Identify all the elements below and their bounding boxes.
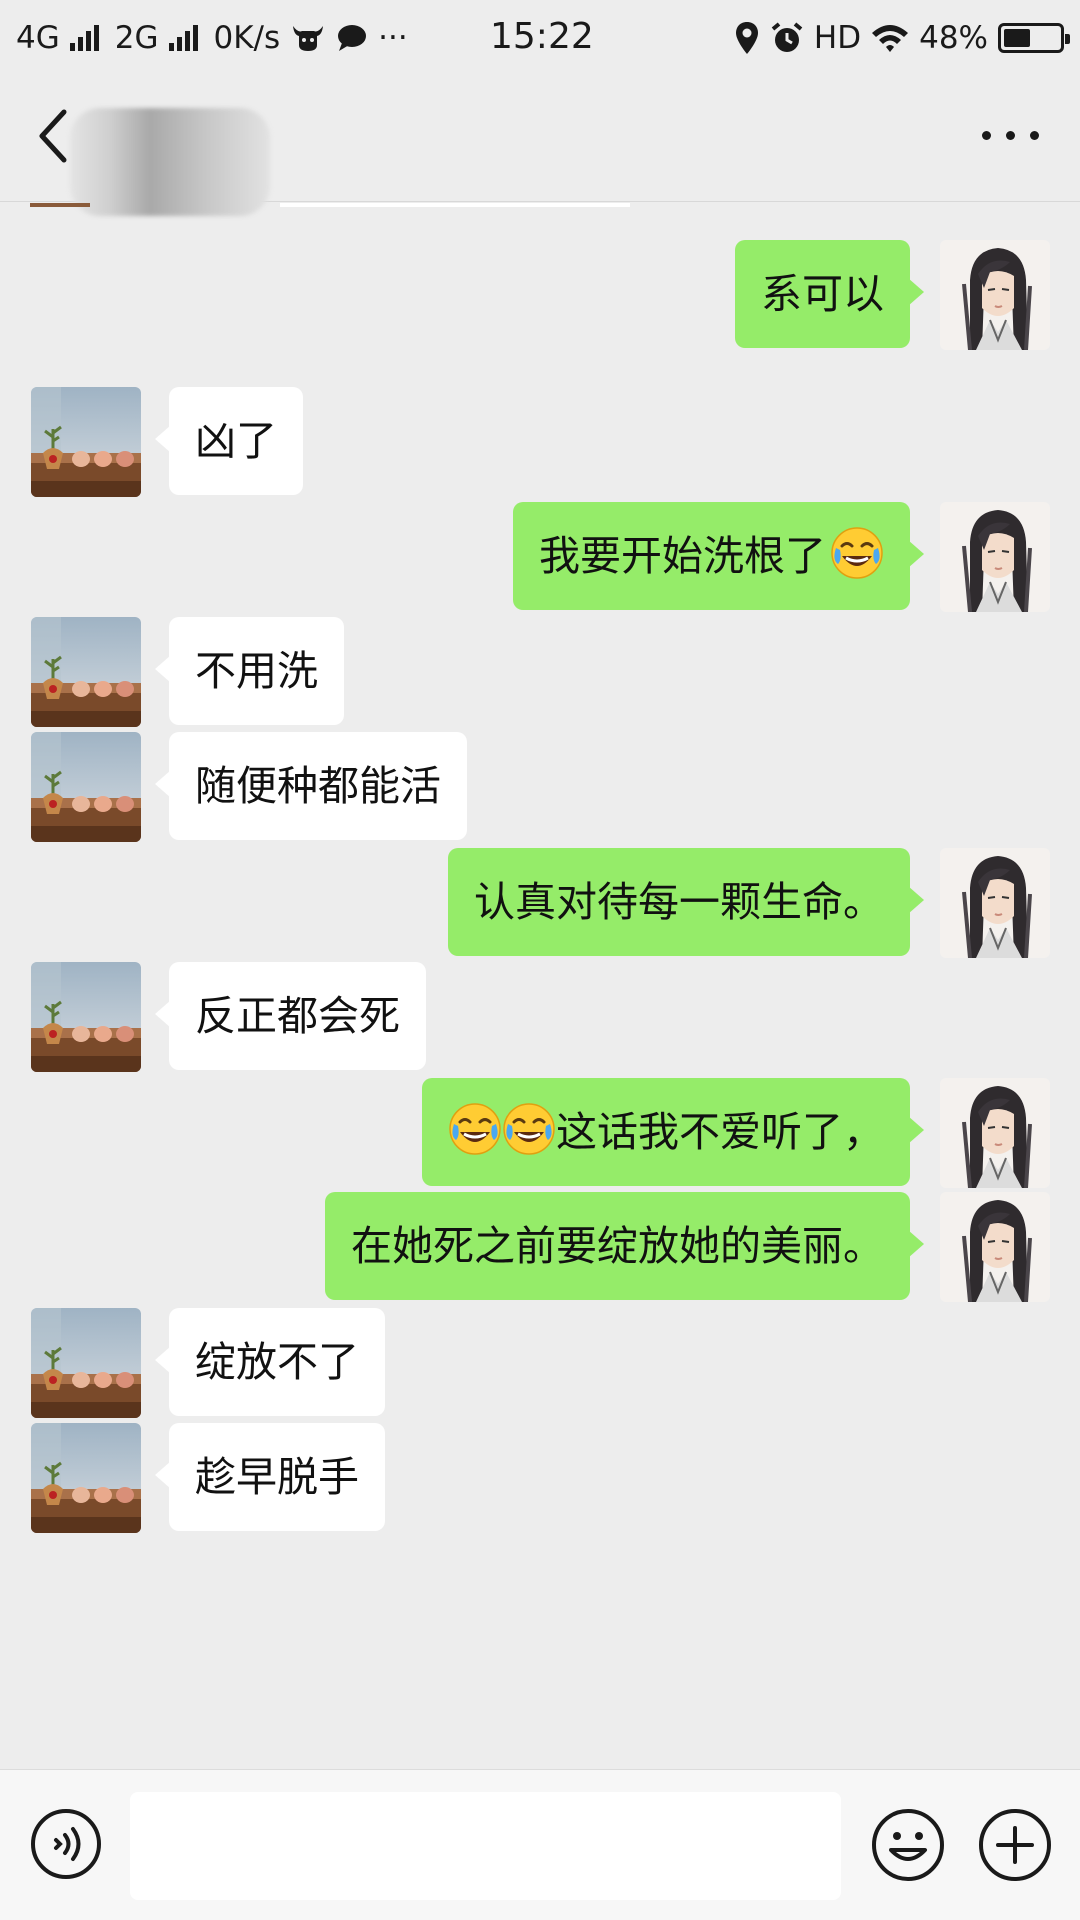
message-bubble[interactable]: 我要开始洗根了	[513, 502, 924, 610]
my-avatar[interactable]	[940, 502, 1050, 612]
wifi-icon	[872, 25, 909, 52]
my-avatar[interactable]	[940, 1192, 1050, 1302]
message-text: 绽放不了	[195, 1338, 359, 1386]
network-type-1: 4G	[16, 20, 60, 56]
message-text: 凶了	[195, 417, 277, 465]
message-bubble[interactable]: 反正都会死	[155, 962, 426, 1070]
received-message: 反正都会死	[0, 962, 1080, 1072]
battery-percent: 48%	[919, 20, 988, 56]
message-text: 趁早脱手	[195, 1453, 359, 1501]
received-message: 趁早脱手	[0, 1423, 1080, 1533]
message-bubble[interactable]: 随便种都能活	[155, 732, 467, 840]
my-avatar[interactable]	[940, 240, 1050, 350]
chat-bubble-icon	[338, 25, 367, 51]
bull-app-icon	[293, 26, 324, 51]
emoji-picker-icon[interactable]	[871, 1808, 945, 1882]
message-text: 系可以	[761, 270, 884, 318]
more-actions-plus-icon[interactable]	[978, 1808, 1052, 1882]
message-text: 在她死之前要绽放她的美丽。	[351, 1222, 884, 1270]
signal-icon-2	[168, 25, 198, 51]
message-text: 这话我不爱听了，	[556, 1108, 884, 1156]
crying-laughing-emoji-icon	[449, 1103, 501, 1155]
contact-avatar[interactable]	[31, 732, 141, 842]
sent-message: 这话我不爱听了，	[0, 1078, 1080, 1188]
signal-icon	[69, 25, 99, 51]
contact-name-obscured	[70, 108, 270, 216]
alarm-icon	[771, 22, 803, 52]
received-message: 凶了	[0, 387, 1080, 497]
message-bubble[interactable]: 认真对待每一颗生命。	[448, 848, 924, 956]
message-input[interactable]	[130, 1792, 841, 1900]
received-message: 随便种都能活	[0, 732, 1080, 842]
message-bubble[interactable]: 系可以	[735, 240, 924, 348]
message-text: 认真对待每一颗生命。	[474, 878, 884, 926]
contact-avatar[interactable]	[31, 617, 141, 727]
crying-laughing-emoji-icon	[831, 527, 883, 579]
message-list[interactable]: 系可以 凶了 我要开始洗根了 不用洗 随便种都能活 认真对待每一颗生命。 反正都…	[0, 203, 1080, 1769]
more-options-icon[interactable]	[980, 124, 1044, 144]
status-bar: 4G 2G 0K/s ··· 15:22 HD 48%	[0, 0, 1080, 76]
network-type-2: 2G	[114, 20, 159, 56]
voice-input-icon[interactable]	[30, 1808, 102, 1880]
more-notifications: ···	[378, 20, 408, 56]
sent-message: 我要开始洗根了	[0, 502, 1080, 612]
contact-avatar[interactable]	[31, 1423, 141, 1533]
contact-avatar[interactable]	[31, 962, 141, 1072]
received-message: 绽放不了	[0, 1308, 1080, 1418]
location-icon	[735, 22, 758, 54]
message-text: 不用洗	[195, 647, 318, 695]
network-speed: 0K/s	[213, 20, 281, 56]
sent-message: 系可以	[0, 240, 1080, 350]
received-message: 不用洗	[0, 617, 1080, 727]
message-bubble[interactable]: 凶了	[155, 387, 303, 495]
message-bubble[interactable]: 在她死之前要绽放她的美丽。	[325, 1192, 924, 1300]
chat-header	[0, 76, 1080, 216]
status-right: HD 48%	[734, 20, 1070, 56]
sent-message: 认真对待每一颗生命。	[0, 848, 1080, 958]
contact-avatar[interactable]	[31, 1308, 141, 1418]
contact-avatar[interactable]	[31, 387, 141, 497]
my-avatar[interactable]	[940, 848, 1050, 958]
hd-indicator: HD	[813, 20, 862, 56]
status-left: 4G 2G 0K/s ···	[16, 20, 408, 56]
message-bubble[interactable]: 绽放不了	[155, 1308, 385, 1416]
clock: 15:22	[490, 16, 594, 57]
input-bar	[0, 1769, 1080, 1920]
message-text: 反正都会死	[195, 992, 400, 1040]
message-bubble[interactable]: 这话我不爱听了，	[422, 1078, 924, 1186]
message-bubble[interactable]: 不用洗	[155, 617, 344, 725]
message-bubble[interactable]: 趁早脱手	[155, 1423, 385, 1531]
battery-icon	[998, 23, 1070, 53]
sent-message: 在她死之前要绽放她的美丽。	[0, 1192, 1080, 1302]
crying-laughing-emoji-icon	[503, 1103, 555, 1155]
partial-previous-message	[30, 203, 630, 207]
my-avatar[interactable]	[940, 1078, 1050, 1188]
message-text: 随便种都能活	[195, 762, 441, 810]
message-text: 我要开始洗根了	[539, 532, 826, 580]
